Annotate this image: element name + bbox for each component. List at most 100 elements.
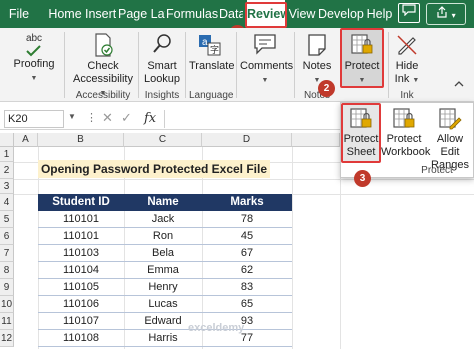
column-header-c[interactable]: C — [124, 133, 202, 147]
chevron-down-icon[interactable]: ▼ — [68, 112, 76, 121]
cell-name[interactable]: Lucas — [124, 296, 202, 313]
sheet-title[interactable]: Opening Password Protected Excel File — [38, 160, 270, 178]
cell-student-id[interactable]: 110107 — [38, 313, 124, 330]
cell-student-id[interactable]: 110101 — [38, 211, 124, 228]
cancel-icon[interactable]: ✕ — [102, 110, 113, 126]
tab-formulas[interactable]: Formulas — [166, 0, 218, 28]
cell-name[interactable]: Ron — [124, 228, 202, 245]
column-header-b[interactable]: B — [38, 133, 124, 147]
group-label-language: Language — [189, 90, 234, 101]
cell-marks[interactable]: 62 — [202, 262, 292, 279]
notes-button[interactable]: Notes ▼ — [298, 32, 336, 87]
comments-button[interactable]: Comments ▼ — [240, 32, 294, 87]
svg-text:字: 字 — [210, 44, 219, 55]
ribbon-tab-bar: File Home Insert Page Layout Formulas Da… — [0, 0, 474, 28]
translate-icon: a 字 — [199, 35, 221, 56]
cell-student-id[interactable]: 110101 — [38, 228, 124, 245]
cell-name[interactable]: Henry — [124, 279, 202, 296]
hide-ink-icon — [397, 35, 417, 55]
allow-edit-ranges-icon — [439, 108, 462, 130]
spelling-icon: abc — [10, 32, 58, 58]
row-header-12[interactable]: 12 — [0, 330, 14, 347]
check-accessibility-label: Check — [87, 60, 119, 72]
protect-workbook-button[interactable]: Protect Workbook — [381, 107, 430, 159]
enter-icon[interactable]: ✓ — [121, 110, 132, 126]
search-icon — [153, 34, 171, 53]
row-header-2[interactable]: 2 — [0, 162, 14, 179]
row-header-9[interactable]: 9 — [0, 279, 14, 296]
tab-home[interactable]: Home — [46, 0, 84, 28]
cell-name[interactable]: Emma — [124, 262, 202, 279]
row-header-8[interactable]: 8 — [0, 262, 14, 279]
allow-edit-ranges-button[interactable]: Allow Edit Ranges — [427, 107, 473, 172]
protect-sheet-highlight — [341, 103, 381, 163]
smart-lookup-label-2: Lookup — [143, 73, 181, 85]
row-header-4[interactable]: 4 — [0, 194, 14, 211]
column-header-a[interactable]: A — [14, 133, 38, 147]
header-marks[interactable]: Marks — [202, 194, 292, 211]
translate-label: Translate — [189, 60, 235, 72]
hide-ink-label-2: Ink — [394, 73, 410, 85]
tab-page-layout[interactable]: Page Layout — [118, 0, 165, 28]
cell-marks[interactable]: 45 — [202, 228, 292, 245]
tab-help[interactable]: Help — [366, 0, 393, 28]
step-badge-3: 3 — [354, 170, 371, 187]
name-box[interactable]: K20 — [4, 110, 64, 128]
tab-data[interactable]: Data — [219, 0, 243, 28]
row-header-3[interactable]: 3 — [0, 179, 14, 194]
header-student-id[interactable]: Student ID — [38, 194, 124, 211]
review-tab-highlight — [245, 2, 287, 28]
column-header-d[interactable]: D — [202, 133, 292, 147]
formula-input[interactable] — [164, 110, 340, 128]
proofing-label: Proofing — [13, 58, 55, 70]
proofing-button[interactable]: abc Proofing ▼ — [10, 32, 58, 85]
row-header-5[interactable]: 5 — [0, 211, 14, 228]
check-accessibility-label-2: Accessibility — [73, 73, 133, 85]
row-header-10[interactable]: 10 — [0, 296, 14, 313]
cell-marks[interactable]: 65 — [202, 296, 292, 313]
row-header-6[interactable]: 6 — [0, 228, 14, 245]
share-button[interactable]: ▾ — [426, 3, 466, 25]
tab-insert[interactable]: Insert — [85, 0, 116, 28]
hide-ink-button[interactable]: Hide Ink ▼ — [392, 32, 422, 87]
row-header-11[interactable]: 11 — [0, 313, 14, 330]
cell-student-id[interactable]: 110108 — [38, 330, 124, 347]
note-icon — [308, 34, 326, 56]
collapse-ribbon-icon[interactable] — [452, 80, 466, 90]
insert-function-icon[interactable]: fx — [144, 111, 156, 126]
select-all-corner[interactable] — [0, 133, 14, 147]
tab-file[interactable]: File — [4, 0, 34, 28]
smart-lookup-button[interactable]: Smart Lookup — [142, 32, 182, 86]
header-name[interactable]: Name — [124, 194, 202, 211]
translate-button[interactable]: a 字 Translate — [189, 32, 235, 73]
chevron-down-icon: ▼ — [261, 77, 269, 84]
more-options-icon: ⋮ — [86, 112, 97, 124]
cell-marks[interactable]: 78 — [202, 211, 292, 228]
chevron-down-icon: ▼ — [412, 77, 420, 84]
cell-student-id[interactable]: 110104 — [38, 262, 124, 279]
group-label-ink: Ink — [400, 90, 414, 101]
tab-developer[interactable]: Developer — [318, 0, 364, 28]
comment-icon[interactable] — [398, 3, 420, 23]
protect-workbook-label: Protect — [386, 133, 422, 145]
column-header-e[interactable] — [292, 133, 340, 147]
chevron-down-icon: ▼ — [30, 75, 38, 82]
cell-marks[interactable]: 83 — [202, 279, 292, 296]
row-header-1[interactable]: 1 — [0, 147, 14, 162]
cell-name[interactable]: Bela — [124, 245, 202, 262]
svg-text:a: a — [202, 37, 208, 48]
protect-highlight — [340, 28, 384, 88]
notes-label: Notes — [302, 60, 332, 72]
cell-student-id[interactable]: 110106 — [38, 296, 124, 313]
cell-name[interactable]: Jack — [124, 211, 202, 228]
cell-marks[interactable]: 67 — [202, 245, 292, 262]
tab-view[interactable]: View — [288, 0, 316, 28]
cell-student-id[interactable]: 110103 — [38, 245, 124, 262]
comments-label: Comments — [240, 60, 294, 72]
protect-dropdown-panel: Protect Sheet Protect Workbook Allow Edi… — [340, 102, 474, 178]
group-label-accessibility: Accessibility — [75, 90, 131, 101]
cell-student-id[interactable]: 110105 — [38, 279, 124, 296]
row-header-7[interactable]: 7 — [0, 245, 14, 262]
accessibility-icon — [95, 33, 113, 57]
comment-icon — [254, 34, 276, 55]
